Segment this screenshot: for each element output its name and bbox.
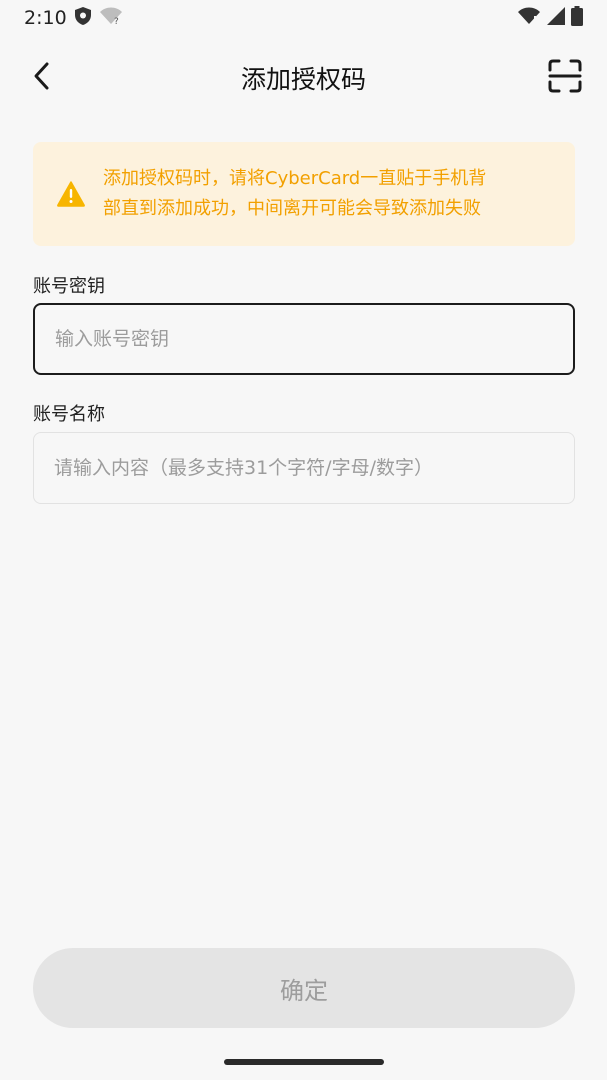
wifi-alert-icon xyxy=(517,7,541,30)
shield-icon xyxy=(74,6,91,30)
warning-text: 添加授权码时，请将CyberCard一直贴于手机背 部直到添加成功，中间离开可能… xyxy=(103,164,486,224)
screen: 2:10 ? 添加授权码 添加授权码时，请将CyberCard一直贴于手机背 部… xyxy=(0,0,607,1080)
back-button[interactable] xyxy=(24,60,60,96)
chevron-left-icon xyxy=(32,61,52,95)
status-bar: 2:10 ? xyxy=(0,0,607,36)
warning-icon xyxy=(57,180,85,208)
signal-icon xyxy=(547,6,565,30)
key-label: 账号密钥 xyxy=(33,276,105,297)
name-input[interactable] xyxy=(54,457,554,479)
warning-line-1: 添加授权码时，请将CyberCard一直贴于手机背 xyxy=(103,168,487,189)
header: 添加授权码 xyxy=(0,46,607,110)
page-title: 添加授权码 xyxy=(240,65,366,94)
name-label: 账号名称 xyxy=(33,404,105,425)
key-input-box[interactable] xyxy=(33,303,575,375)
warning-line-2: 部直到添加成功，中间离开可能会导致添加失败 xyxy=(103,198,481,219)
status-left: 2:10 ? xyxy=(24,6,123,30)
status-right xyxy=(517,5,583,31)
name-input-box[interactable] xyxy=(33,432,575,504)
battery-icon xyxy=(571,5,583,31)
wifi-question-icon: ? xyxy=(99,7,123,30)
warning-banner: 添加授权码时，请将CyberCard一直贴于手机背 部直到添加成功，中间离开可能… xyxy=(33,142,575,246)
key-input[interactable] xyxy=(55,328,553,350)
home-indicator[interactable] xyxy=(224,1059,384,1065)
svg-text:?: ? xyxy=(114,17,119,25)
confirm-button[interactable]: 确定 xyxy=(33,948,575,1028)
status-time: 2:10 xyxy=(24,7,67,29)
scan-icon xyxy=(548,59,582,97)
scan-button[interactable] xyxy=(545,58,585,98)
